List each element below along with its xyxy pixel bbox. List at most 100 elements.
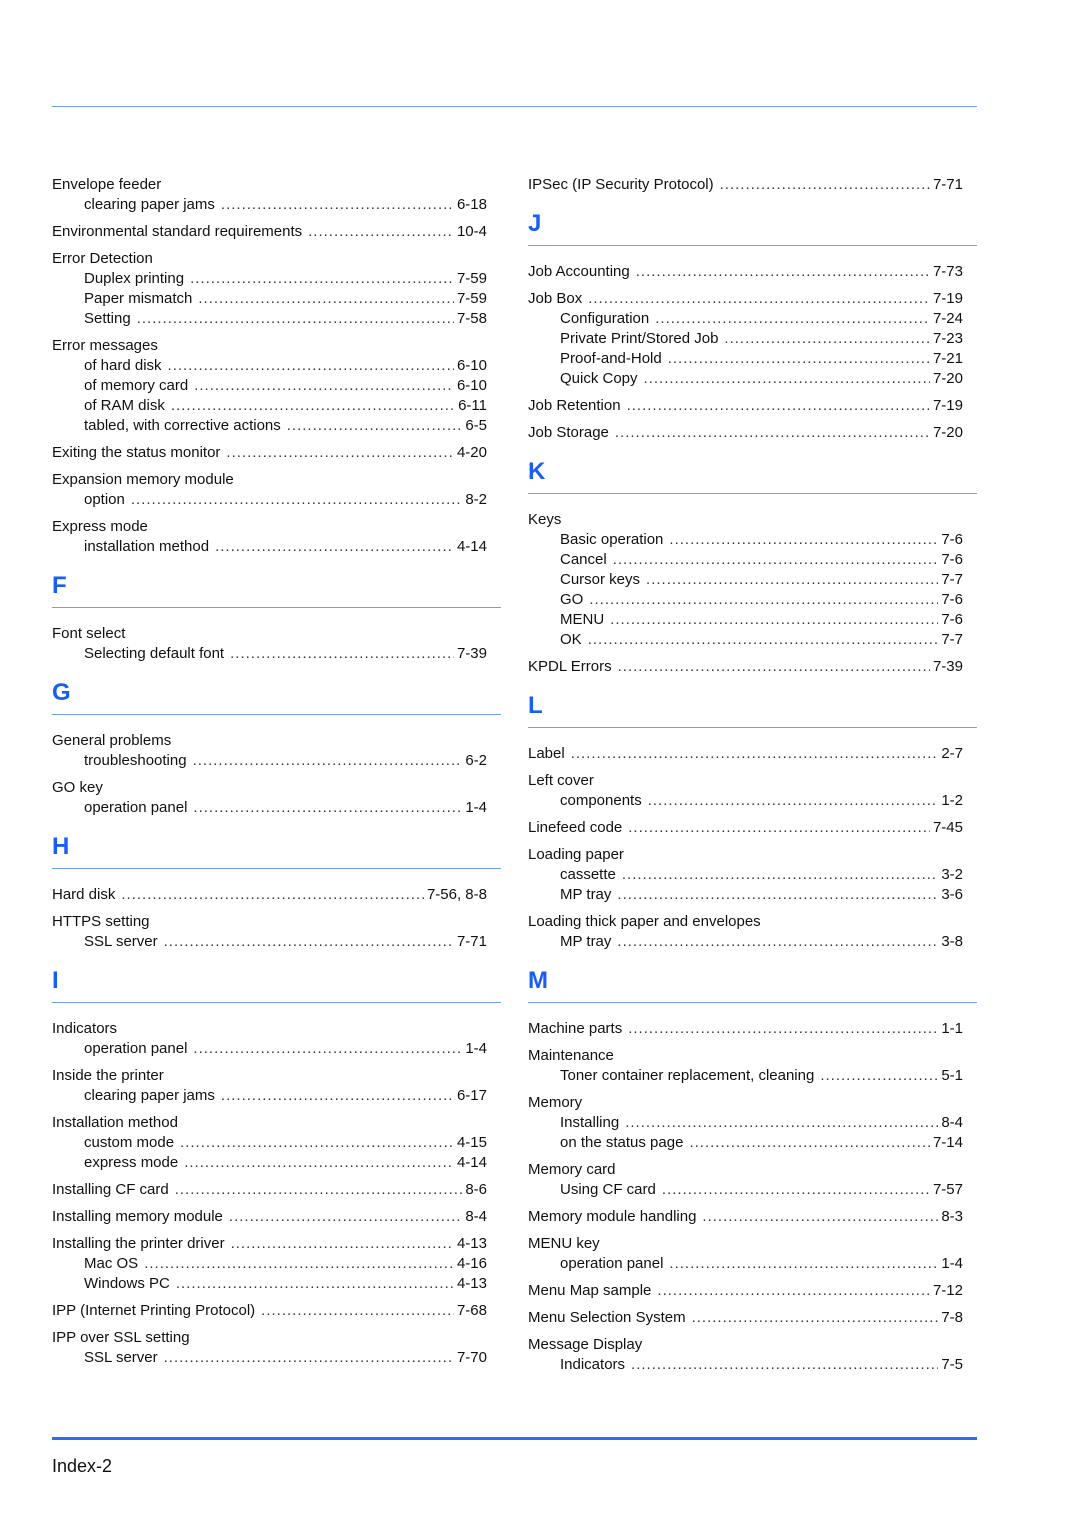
page-reference-link[interactable]: 8-4 bbox=[465, 1207, 487, 1227]
page-reference-link[interactable]: 7-8 bbox=[941, 1308, 963, 1328]
page-reference-link[interactable]: 7-59 bbox=[457, 289, 487, 309]
page-reference-link[interactable]: 1-2 bbox=[941, 791, 963, 811]
index-entry-term-row[interactable]: Exiting the status monitor 4-20 bbox=[52, 443, 501, 463]
index-entry-term-row[interactable]: Label 2-7 bbox=[528, 744, 977, 764]
index-subentry[interactable]: Installing 8-4 bbox=[528, 1113, 977, 1133]
page-reference-link[interactable]: 8-4 bbox=[941, 1113, 963, 1133]
page-reference-link[interactable]: 6-10 bbox=[457, 356, 487, 376]
index-entry-term-row[interactable]: Machine parts 1-1 bbox=[528, 1019, 977, 1039]
index-subentry[interactable]: Configuration 7-24 bbox=[528, 309, 977, 329]
page-reference-link[interactable]: 4-13 bbox=[457, 1234, 487, 1254]
index-subentry[interactable]: Basic operation 7-6 bbox=[528, 530, 977, 550]
index-subentry[interactable]: operation panel 1-4 bbox=[528, 1254, 977, 1274]
page-reference-link[interactable]: 7-19 bbox=[933, 396, 963, 416]
page-reference-link[interactable]: 7-71 bbox=[457, 932, 487, 952]
index-subentry[interactable]: express mode 4-14 bbox=[52, 1153, 501, 1173]
page-reference-link[interactable]: 7-14 bbox=[933, 1133, 963, 1153]
page-reference-link[interactable]: 7-59 bbox=[457, 269, 487, 289]
index-subentry[interactable]: Paper mismatch 7-59 bbox=[52, 289, 501, 309]
page-reference-link[interactable]: 6-17 bbox=[457, 1086, 487, 1106]
page-reference-link[interactable]: 7-45 bbox=[933, 818, 963, 838]
page-reference-link[interactable]: 7-19 bbox=[933, 289, 963, 309]
page-reference-link[interactable]: 7-6 bbox=[941, 530, 963, 550]
index-subentry[interactable]: GO 7-6 bbox=[528, 590, 977, 610]
index-subentry[interactable]: of RAM disk 6-11 bbox=[52, 396, 501, 416]
index-subentry[interactable]: of hard disk 6-10 bbox=[52, 356, 501, 376]
index-entry-term-row[interactable]: Job Storage 7-20 bbox=[528, 423, 977, 443]
index-entry-term-row[interactable]: Menu Selection System 7-8 bbox=[528, 1308, 977, 1328]
index-subentry[interactable]: Mac OS 4-16 bbox=[52, 1254, 501, 1274]
index-subentry[interactable]: tabled, with corrective actions 6-5 bbox=[52, 416, 501, 436]
index-subentry[interactable]: Quick Copy 7-20 bbox=[528, 369, 977, 389]
index-subentry[interactable]: SSL server 7-71 bbox=[52, 932, 501, 952]
index-entry-term-row[interactable]: Job Box 7-19 bbox=[528, 289, 977, 309]
index-subentry[interactable]: Selecting default font 7-39 bbox=[52, 644, 501, 664]
index-subentry[interactable]: cassette 3-2 bbox=[528, 865, 977, 885]
index-entry-term-row[interactable]: Memory module handling 8-3 bbox=[528, 1207, 977, 1227]
index-subentry[interactable]: Setting 7-58 bbox=[52, 309, 501, 329]
page-reference-link[interactable]: 8-6 bbox=[465, 1180, 487, 1200]
page-reference-link[interactable]: 7-6 bbox=[941, 610, 963, 630]
page-reference-link[interactable]: 7-12 bbox=[933, 1281, 963, 1301]
index-subentry[interactable]: Toner container replacement, cleaning 5-1 bbox=[528, 1066, 977, 1086]
page-reference-link[interactable]: 3-8 bbox=[941, 932, 963, 952]
page-reference-link[interactable]: 4-20 bbox=[457, 443, 487, 463]
index-subentry[interactable]: SSL server 7-70 bbox=[52, 1348, 501, 1368]
index-entry-term-row[interactable]: IPP (Internet Printing Protocol) 7-68 bbox=[52, 1301, 501, 1321]
index-subentry[interactable]: on the status page 7-14 bbox=[528, 1133, 977, 1153]
page-reference-link[interactable]: 7-5 bbox=[941, 1355, 963, 1375]
page-reference-link[interactable]: 7-23 bbox=[933, 329, 963, 349]
index-subentry[interactable]: Using CF card 7-57 bbox=[528, 1180, 977, 1200]
index-subentry[interactable]: OK 7-7 bbox=[528, 630, 977, 650]
index-entry-term-row[interactable]: Menu Map sample 7-12 bbox=[528, 1281, 977, 1301]
page-reference-link[interactable]: 4-13 bbox=[457, 1274, 487, 1294]
page-reference-link[interactable]: 7-58 bbox=[457, 309, 487, 329]
index-subentry[interactable]: custom mode 4-15 bbox=[52, 1133, 501, 1153]
page-reference-link[interactable]: 1-4 bbox=[465, 798, 487, 818]
page-reference-link[interactable]: 6-5 bbox=[465, 416, 487, 436]
index-subentry[interactable]: Cancel 7-6 bbox=[528, 550, 977, 570]
page-reference-link[interactable]: 1-4 bbox=[941, 1254, 963, 1274]
page-reference-link[interactable]: 1-1 bbox=[941, 1019, 963, 1039]
page-reference-link[interactable]: 7-71 bbox=[933, 175, 963, 195]
page-reference-link[interactable]: 10-4 bbox=[457, 222, 487, 242]
index-entry-term-row[interactable]: Job Accounting 7-73 bbox=[528, 262, 977, 282]
page-reference-link[interactable]: 3-2 bbox=[941, 865, 963, 885]
index-entry-term-row[interactable]: Installing memory module 8-4 bbox=[52, 1207, 501, 1227]
page-reference-link[interactable]: 1-4 bbox=[465, 1039, 487, 1059]
index-subentry[interactable]: troubleshooting 6-2 bbox=[52, 751, 501, 771]
index-subentry[interactable]: Cursor keys 7-7 bbox=[528, 570, 977, 590]
page-reference-link[interactable]: 6-11 bbox=[458, 396, 487, 416]
index-entry-term-row[interactable]: Installing CF card 8-6 bbox=[52, 1180, 501, 1200]
index-subentry[interactable]: Private Print/Stored Job 7-23 bbox=[528, 329, 977, 349]
index-subentry[interactable]: operation panel 1-4 bbox=[52, 1039, 501, 1059]
index-entry-term-row[interactable]: Job Retention 7-19 bbox=[528, 396, 977, 416]
index-subentry[interactable]: MENU 7-6 bbox=[528, 610, 977, 630]
index-subentry[interactable]: clearing paper jams 6-17 bbox=[52, 1086, 501, 1106]
index-subentry[interactable]: Windows PC 4-13 bbox=[52, 1274, 501, 1294]
index-subentry[interactable]: MP tray 3-8 bbox=[528, 932, 977, 952]
page-reference-link[interactable]: 2-7 bbox=[941, 744, 963, 764]
page-reference-link[interactable]: 7-73 bbox=[933, 262, 963, 282]
index-subentry[interactable]: installation method 4-14 bbox=[52, 537, 501, 557]
index-entry-term-row[interactable]: IPSec (IP Security Protocol) 7-71 bbox=[528, 175, 977, 195]
page-reference-link[interactable]: 5-1 bbox=[941, 1066, 963, 1086]
page-reference-link[interactable]: 6-10 bbox=[457, 376, 487, 396]
page-reference-link[interactable]: 6-18 bbox=[457, 195, 487, 215]
index-subentry[interactable]: Proof-and-Hold 7-21 bbox=[528, 349, 977, 369]
page-reference-link[interactable]: 7-68 bbox=[457, 1301, 487, 1321]
page-reference-link[interactable]: 7-56, 8-8 bbox=[427, 885, 487, 905]
page-reference-link[interactable]: 8-3 bbox=[941, 1207, 963, 1227]
index-subentry[interactable]: MP tray 3-6 bbox=[528, 885, 977, 905]
page-reference-link[interactable]: 7-6 bbox=[941, 550, 963, 570]
index-entry-term-row[interactable]: KPDL Errors 7-39 bbox=[528, 657, 977, 677]
page-reference-link[interactable]: 7-6 bbox=[941, 590, 963, 610]
index-subentry[interactable]: option 8-2 bbox=[52, 490, 501, 510]
index-subentry[interactable]: Indicators 7-5 bbox=[528, 1355, 977, 1375]
page-reference-link[interactable]: 7-39 bbox=[457, 644, 487, 664]
page-reference-link[interactable]: 7-7 bbox=[941, 570, 963, 590]
page-reference-link[interactable]: 4-16 bbox=[457, 1254, 487, 1274]
index-entry-term-row[interactable]: Linefeed code 7-45 bbox=[528, 818, 977, 838]
index-subentry[interactable]: clearing paper jams 6-18 bbox=[52, 195, 501, 215]
index-entry-term-row[interactable]: Hard disk 7-56, 8-8 bbox=[52, 885, 501, 905]
